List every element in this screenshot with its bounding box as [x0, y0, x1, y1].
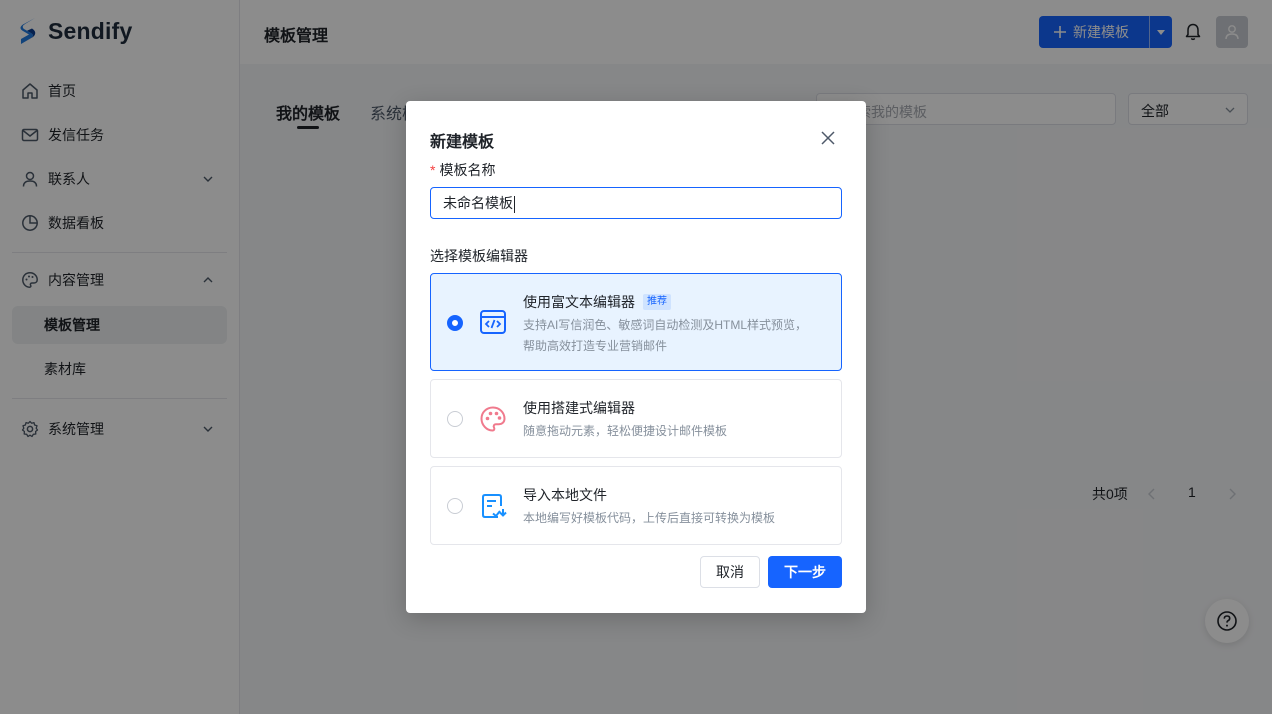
option-title: 使用搭建式编辑器: [523, 398, 635, 418]
radio-builder[interactable]: [447, 411, 463, 427]
close-icon[interactable]: [819, 129, 837, 147]
option-description: 支持AI写信润色、敏感词自动检测及HTML样式预览， 帮助高效打造专业营销邮件: [523, 315, 823, 357]
new-template-dialog: 新建模板 * 模板名称 未命名模板 选择模板编辑器 使用富文本编辑器 推荐 支持A…: [406, 101, 866, 613]
option-description: 随意拖动元素，轻松便捷设计邮件模板: [523, 424, 728, 438]
text-caret: [514, 195, 515, 213]
option-description: 本地编写好模板代码，上传后直接可转换为模板: [523, 511, 776, 525]
radio-rich-text[interactable]: [447, 315, 463, 331]
template-name-label: * 模板名称: [430, 160, 495, 180]
option-title-text: 使用富文本编辑器: [523, 294, 635, 310]
file-import-icon: [482, 494, 507, 518]
template-name-label-text: 模板名称: [439, 162, 496, 178]
template-name-input[interactable]: 未命名模板: [430, 187, 842, 219]
code-window-icon: [480, 310, 506, 334]
dialog-title: 新建模板: [430, 134, 495, 151]
option-title: 导入本地文件: [523, 485, 607, 505]
option-title-text: 导入本地文件: [523, 487, 607, 503]
template-name-value: 未命名模板: [443, 195, 513, 211]
option-description-line: 支持AI写信润色、敏感词自动检测及HTML样式预览，: [523, 318, 808, 332]
next-step-button[interactable]: 下一步: [768, 556, 842, 588]
editor-choice-label: 选择模板编辑器: [430, 248, 528, 264]
radio-import[interactable]: [447, 498, 463, 514]
editor-option-rich-text[interactable]: 使用富文本编辑器 推荐 支持AI写信润色、敏感词自动检测及HTML样式预览， 帮…: [430, 273, 842, 371]
option-title-text: 使用搭建式编辑器: [523, 400, 635, 416]
editor-option-builder[interactable]: 使用搭建式编辑器 随意拖动元素，轻松便捷设计邮件模板: [430, 379, 842, 458]
cancel-button[interactable]: 取消: [700, 556, 760, 588]
palette-icon: [480, 406, 506, 432]
required-mark: *: [430, 162, 436, 178]
recommended-badge: 推荐: [643, 294, 671, 310]
editor-option-import[interactable]: 导入本地文件 本地编写好模板代码，上传后直接可转换为模板: [430, 466, 842, 545]
option-title: 使用富文本编辑器 推荐: [523, 292, 671, 312]
option-description-line: 帮助高效打造专业营销邮件: [523, 339, 668, 353]
